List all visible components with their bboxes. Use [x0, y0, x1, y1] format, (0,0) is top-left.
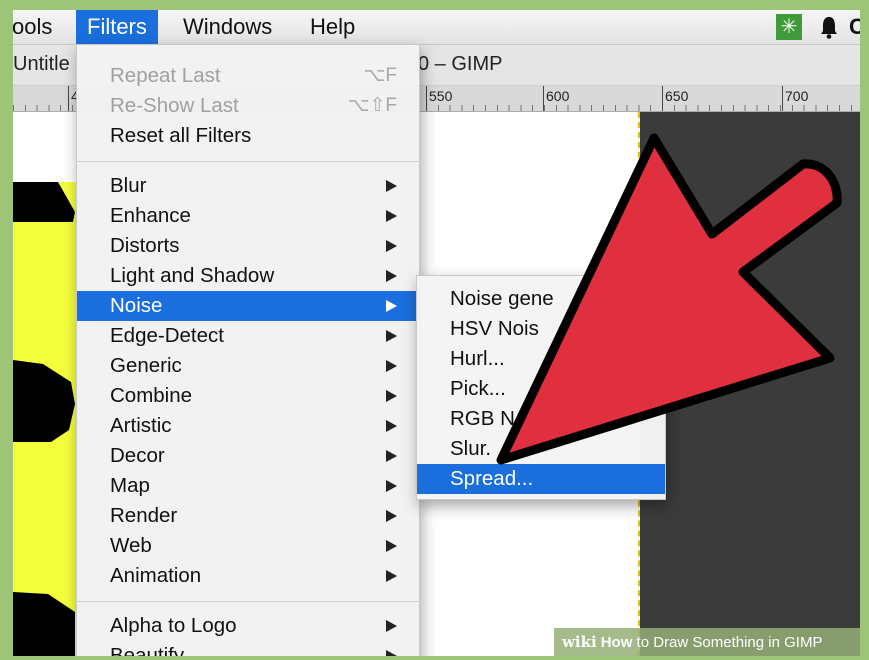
wikihow-watermark: wiki How to Draw Something in GIMP [554, 628, 860, 656]
red-pointer-arrow-icon [496, 133, 842, 465]
screenshot-frame: ools Filters Windows Help ✳ C Untitle 0 … [13, 10, 860, 656]
